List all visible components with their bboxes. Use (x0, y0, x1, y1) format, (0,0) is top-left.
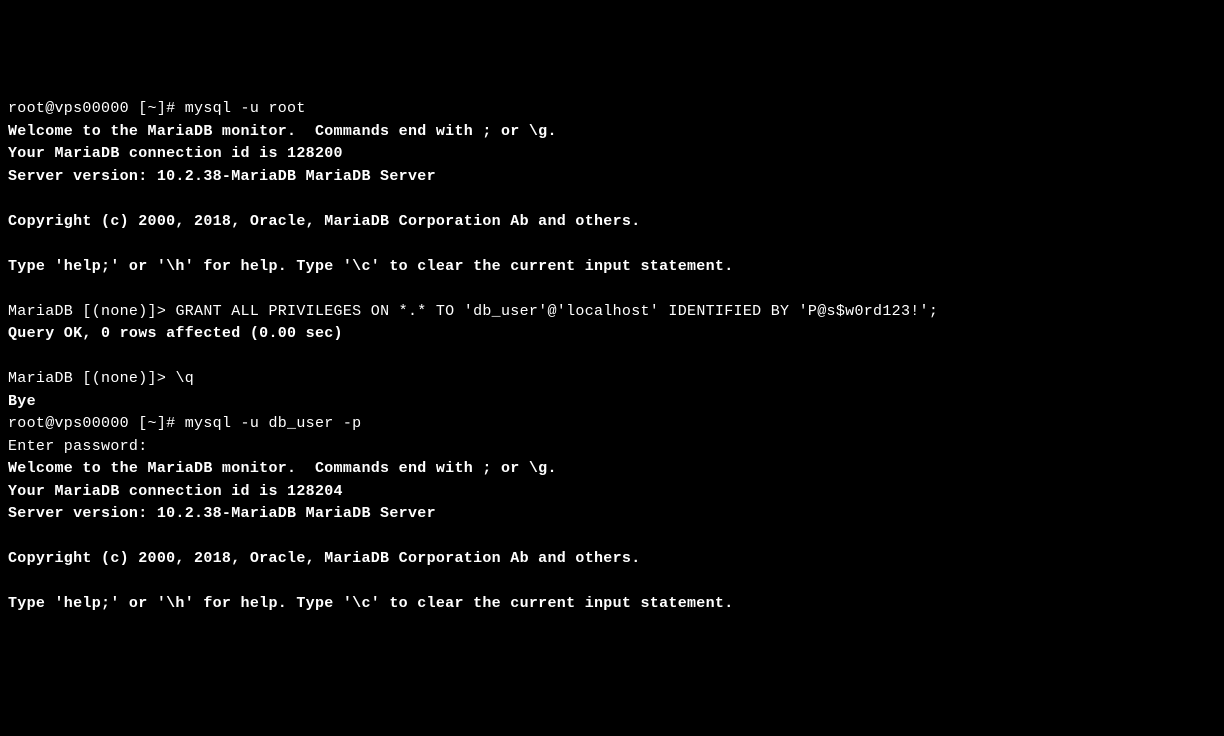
output-line: Copyright (c) 2000, 2018, Oracle, MariaD… (8, 550, 641, 567)
output-line: Server version: 10.2.38-MariaDB MariaDB … (8, 505, 436, 522)
mariadb-prompt: MariaDB [(none)]> (8, 370, 175, 387)
output-line: Welcome to the MariaDB monitor. Commands… (8, 460, 557, 477)
output-line: Query OK, 0 rows affected (0.00 sec) (8, 325, 343, 342)
output-line: Your MariaDB connection id is 128204 (8, 483, 343, 500)
output-line: Type 'help;' or '\h' for help. Type '\c'… (8, 258, 734, 275)
shell-prompt: root@vps00000 [~]# (8, 415, 185, 432)
sql-command: \q (175, 370, 194, 387)
output-line: Server version: 10.2.38-MariaDB MariaDB … (8, 168, 436, 185)
terminal-output[interactable]: root@vps00000 [~]# mysql -u root Welcome… (8, 98, 1216, 616)
output-line: Enter password: (8, 438, 148, 455)
mariadb-prompt: MariaDB [(none)]> (8, 303, 175, 320)
shell-prompt: root@vps00000 [~]# (8, 100, 185, 117)
output-line: Your MariaDB connection id is 128200 (8, 145, 343, 162)
output-line: Bye (8, 393, 36, 410)
output-line: Welcome to the MariaDB monitor. Commands… (8, 123, 557, 140)
shell-command: mysql -u db_user -p (185, 415, 362, 432)
shell-command: mysql -u root (185, 100, 306, 117)
sql-command: GRANT ALL PRIVILEGES ON *.* TO 'db_user'… (175, 303, 938, 320)
output-line: Copyright (c) 2000, 2018, Oracle, MariaD… (8, 213, 641, 230)
output-line: Type 'help;' or '\h' for help. Type '\c'… (8, 595, 734, 612)
